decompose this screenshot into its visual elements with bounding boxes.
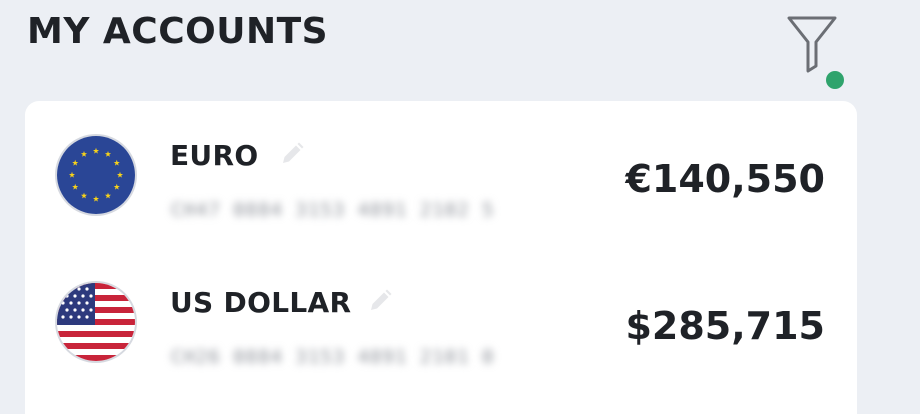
account-number: CH47 0884 3153 4891 2102 5 bbox=[171, 199, 495, 221]
account-name: US DOLLAR bbox=[170, 286, 352, 319]
account-name: EURO bbox=[170, 139, 259, 172]
account-row-euro[interactable]: EURO CH47 0884 3153 4891 2102 5 €140,550 bbox=[25, 101, 857, 241]
pencil-icon[interactable] bbox=[279, 141, 305, 167]
account-row-us-dollar[interactable]: US DOLLAR CH26 0884 3153 4891 2101 0 $28… bbox=[25, 248, 857, 388]
account-balance: $285,715 bbox=[625, 304, 825, 348]
account-number: CH26 0884 3153 4891 2101 0 bbox=[171, 346, 495, 368]
accounts-page: MY ACCOUNTS EURO CH47 0884 3153 4891 210… bbox=[0, 0, 920, 414]
account-balance: €140,550 bbox=[625, 157, 825, 201]
pencil-icon[interactable] bbox=[367, 288, 393, 314]
page-title: MY ACCOUNTS bbox=[27, 11, 329, 52]
eu-flag-icon bbox=[57, 136, 135, 214]
accounts-card: EURO CH47 0884 3153 4891 2102 5 €140,550 bbox=[25, 101, 857, 414]
filter-button[interactable] bbox=[780, 10, 846, 92]
us-flag-icon bbox=[57, 283, 135, 361]
filter-active-indicator bbox=[826, 71, 844, 89]
filter-icon bbox=[787, 16, 837, 73]
